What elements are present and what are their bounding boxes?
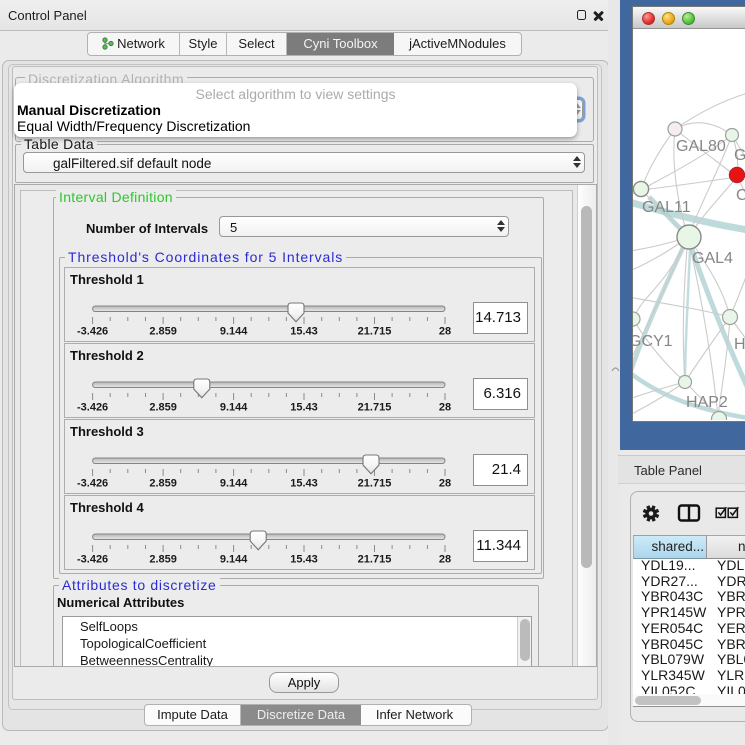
svg-text:21.715: 21.715	[358, 554, 392, 566]
svg-text:15.43: 15.43	[290, 478, 318, 490]
svg-text:2.859: 2.859	[149, 326, 177, 338]
svg-text:-3.426: -3.426	[77, 402, 108, 414]
svg-text:2.859: 2.859	[149, 478, 177, 490]
svg-text:15.43: 15.43	[290, 326, 318, 338]
svg-text:28: 28	[439, 478, 451, 490]
svg-text:HAP2: HAP2	[686, 394, 728, 411]
svg-text:C: C	[736, 187, 745, 204]
svg-text:9.144: 9.144	[220, 402, 248, 414]
svg-text:-3.426: -3.426	[77, 554, 108, 566]
svg-text:15.43: 15.43	[290, 402, 318, 414]
svg-text:GAL11: GAL11	[642, 199, 691, 216]
svg-text:9.144: 9.144	[220, 326, 248, 338]
svg-text:G..: G..	[734, 147, 745, 164]
svg-text:-3.426: -3.426	[77, 478, 108, 490]
svg-text:-3.426: -3.426	[77, 326, 108, 338]
svg-text:GCY1: GCY1	[633, 333, 673, 350]
svg-text:2.859: 2.859	[149, 402, 177, 414]
svg-text:GAL4: GAL4	[692, 250, 733, 267]
svg-text:28: 28	[439, 326, 451, 338]
svg-text:15.43: 15.43	[290, 554, 318, 566]
svg-text:28: 28	[439, 554, 451, 566]
svg-text:21.715: 21.715	[358, 402, 392, 414]
svg-text:21.715: 21.715	[358, 326, 392, 338]
svg-text:28: 28	[439, 402, 451, 414]
svg-text:H: H	[734, 336, 745, 353]
svg-text:9.144: 9.144	[220, 478, 248, 490]
svg-text:21.715: 21.715	[358, 478, 392, 490]
svg-text:GAL80: GAL80	[676, 138, 726, 155]
svg-text:9.144: 9.144	[220, 554, 248, 566]
svg-text:2.859: 2.859	[149, 554, 177, 566]
